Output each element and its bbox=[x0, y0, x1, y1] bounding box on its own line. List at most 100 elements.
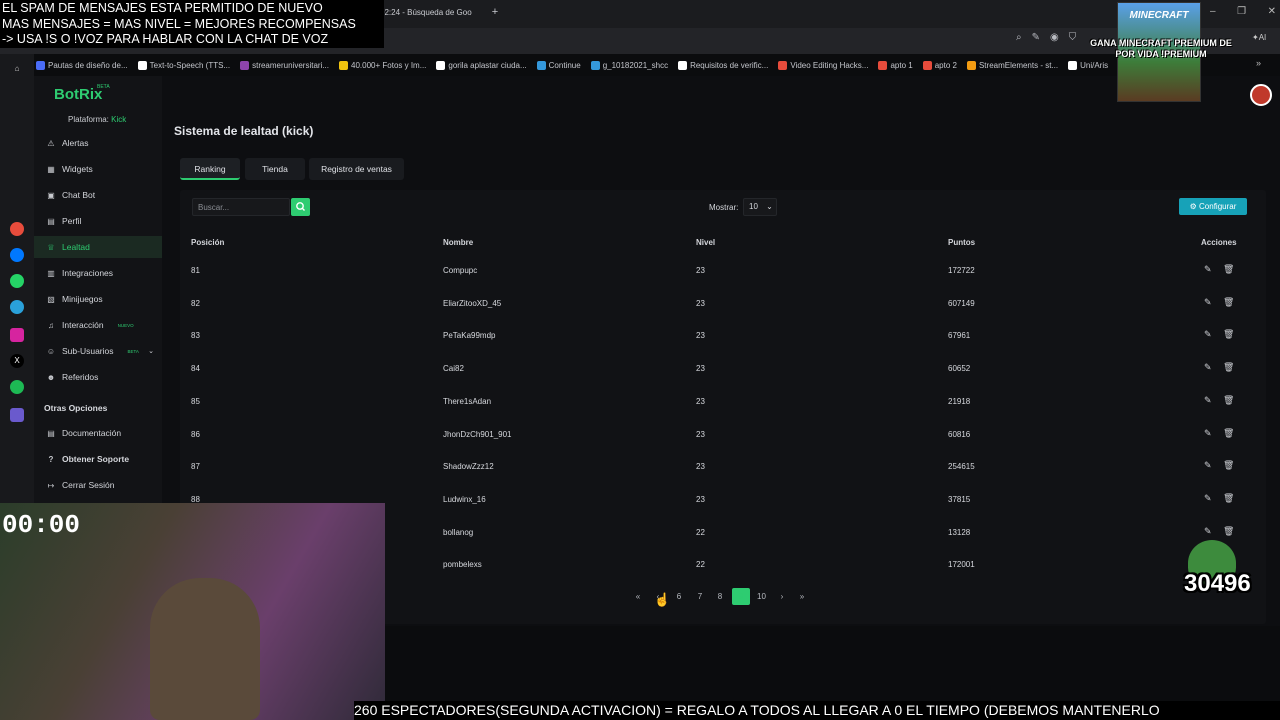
zoom-icon[interactable]: ⌕ bbox=[1016, 32, 1022, 50]
minecraft-logo: MINECRAFT bbox=[1129, 10, 1189, 21]
ai-button[interactable]: ✦AI bbox=[1252, 33, 1276, 49]
sidebar-item-interaccion[interactable]: ♫ Interacción NUEVO bbox=[34, 314, 162, 336]
pagination-last[interactable]: » bbox=[796, 588, 808, 605]
edit-icon[interactable]: ✎ bbox=[1032, 32, 1040, 50]
column-header-points[interactable]: Puntos bbox=[948, 238, 975, 247]
delete-icon[interactable]: 🗑 bbox=[1223, 526, 1234, 537]
bookmark-item[interactable]: apto 2 bbox=[922, 56, 957, 74]
bookmark-item[interactable]: streameruniversitari... bbox=[240, 56, 329, 74]
search-input[interactable] bbox=[192, 198, 290, 216]
chevron-down-icon: ⌄ bbox=[148, 348, 154, 355]
tab-tienda[interactable]: Tienda bbox=[245, 158, 305, 180]
pagination-page[interactable]: 10 bbox=[754, 588, 769, 605]
ai-label: AI bbox=[1258, 33, 1267, 42]
sidebar-item-cerrar-sesion[interactable]: ↦ Cerrar Sesión bbox=[34, 474, 162, 496]
instagram-icon[interactable] bbox=[10, 328, 24, 342]
pagination-current-page[interactable]: 9 bbox=[732, 588, 750, 605]
pagination-page[interactable]: 6 bbox=[673, 588, 685, 605]
browser-tab[interactable]: 02:24 - Búsqueda de Goo bbox=[380, 4, 486, 22]
bookmark-item[interactable]: 40.000+ Fotos y Im... bbox=[339, 56, 426, 74]
user-avatar[interactable] bbox=[1250, 84, 1272, 106]
home-icon[interactable]: ⌂ bbox=[10, 62, 24, 76]
delete-icon[interactable]: 🗑 bbox=[1223, 362, 1234, 373]
sidebar-item-alertas[interactable]: ⚠ Alertas bbox=[34, 132, 162, 154]
bookmarks-more-icon[interactable]: » bbox=[1256, 58, 1268, 68]
bookmark-item[interactable]: Text-to-Speech (TTS... bbox=[137, 56, 230, 74]
shield-icon[interactable]: ⛉ bbox=[1069, 32, 1077, 50]
x-icon[interactable]: X bbox=[10, 354, 24, 368]
delete-icon[interactable]: 🗑 bbox=[1223, 428, 1234, 439]
close-icon[interactable]: ✕ bbox=[1268, 6, 1276, 20]
bookmark-item[interactable]: g_10182021_shcc bbox=[590, 56, 668, 74]
tab-ranking[interactable]: Ranking bbox=[180, 158, 240, 180]
name-cell: JhonDzCh901_901 bbox=[443, 429, 512, 439]
pagination-page[interactable]: 7 bbox=[694, 588, 706, 605]
position-cell: 81 bbox=[191, 266, 200, 275]
botrix-logo[interactable]: BotRix bbox=[54, 86, 102, 103]
tab-registro-ventas[interactable]: Registro de ventas bbox=[309, 158, 404, 180]
minimize-icon[interactable]: – bbox=[1210, 6, 1216, 20]
sidebar-item-perfil[interactable]: ▤ Perfil bbox=[34, 210, 162, 232]
edit-icon[interactable]: ✎ bbox=[1204, 264, 1212, 275]
delete-icon[interactable]: 🗑 bbox=[1223, 460, 1234, 471]
pagination-next[interactable]: › bbox=[776, 588, 788, 605]
table-row: 81 Compupc 23 172722 ✎ 🗑 bbox=[182, 255, 1264, 287]
edit-icon[interactable]: ✎ bbox=[1204, 329, 1212, 340]
edit-icon[interactable]: ✎ bbox=[1204, 362, 1212, 373]
bookmark-label: 40.000+ Fotos y Im... bbox=[351, 60, 427, 70]
points-cell: 21918 bbox=[948, 396, 971, 406]
search-button[interactable] bbox=[291, 198, 310, 216]
bookmark-item[interactable]: StreamElements - st... bbox=[966, 56, 1059, 74]
sidebar-item-soporte[interactable]: ? Obtener Soporte bbox=[34, 448, 162, 470]
sidebar-item-widgets[interactable]: ▦ Widgets bbox=[34, 158, 162, 180]
name-cell: pombelexs bbox=[443, 560, 482, 570]
bookmark-item[interactable]: Video Editing Hacks... bbox=[778, 56, 868, 74]
bookmark-item[interactable]: Pautas de diseño de... bbox=[36, 56, 128, 74]
bookmark-label: StreamElements - st... bbox=[978, 60, 1059, 70]
sidebar-item-documentacion[interactable]: ▤ Documentación bbox=[34, 422, 162, 444]
edit-icon[interactable]: ✎ bbox=[1204, 395, 1212, 406]
sidebar-item-sub-usuarios[interactable]: ☺ Sub-Usuarios BETA ⌄ bbox=[34, 340, 162, 362]
bookmark-item[interactable]: apto 1 bbox=[878, 56, 913, 74]
referrals-icon: ☻ bbox=[46, 372, 56, 382]
edit-icon[interactable]: ✎ bbox=[1204, 460, 1212, 471]
edit-icon[interactable]: ✎ bbox=[1204, 297, 1212, 308]
column-header-level[interactable]: Nivel bbox=[696, 238, 715, 247]
edit-icon[interactable]: ✎ bbox=[1204, 493, 1212, 504]
camera-icon[interactable]: ◉ bbox=[1050, 32, 1059, 50]
position-cell: 87 bbox=[191, 462, 200, 472]
delete-icon[interactable]: 🗑 bbox=[1223, 395, 1234, 406]
bookmark-item[interactable]: gorila aplastar ciuda... bbox=[436, 56, 527, 74]
new-tab-icon[interactable]: + bbox=[489, 6, 501, 18]
messenger-icon[interactable] bbox=[10, 248, 24, 262]
edit-icon[interactable]: ✎ bbox=[1204, 428, 1212, 439]
telegram-icon[interactable] bbox=[10, 300, 24, 314]
delete-icon[interactable]: 🗑 bbox=[1223, 264, 1234, 275]
spotify-icon[interactable] bbox=[10, 380, 24, 394]
edit-icon[interactable]: ✎ bbox=[1204, 526, 1212, 537]
configure-button[interactable]: ⚙ Configurar bbox=[1179, 198, 1247, 215]
player-icon[interactable] bbox=[10, 408, 24, 422]
delete-icon[interactable]: 🗑 bbox=[1223, 493, 1234, 504]
column-header-actions: Acciones bbox=[1201, 238, 1237, 247]
pagination-first[interactable]: « bbox=[632, 588, 644, 605]
delete-icon[interactable]: 🗑 bbox=[1223, 297, 1234, 308]
bookmark-item[interactable]: Requisitos de verific... bbox=[678, 56, 768, 74]
sidebar-item-referidos[interactable]: ☻ Referidos bbox=[34, 366, 162, 388]
bookmark-item[interactable]: Continue bbox=[536, 56, 581, 74]
sidebar-item-lealtad[interactable]: ♕ Lealtad bbox=[34, 236, 162, 258]
delete-icon[interactable]: 🗑 bbox=[1223, 329, 1234, 340]
bookmark-label: gorila aplastar ciuda... bbox=[448, 60, 527, 70]
column-header-position[interactable]: Posición bbox=[191, 238, 224, 247]
sidebar-item-integraciones[interactable]: ▥ Integraciones bbox=[34, 262, 162, 284]
pagination-page[interactable]: 8 bbox=[714, 588, 726, 605]
whatsapp-icon[interactable] bbox=[10, 274, 24, 288]
restore-icon[interactable]: ❐ bbox=[1237, 6, 1246, 20]
column-header-name[interactable]: Nombre bbox=[443, 238, 473, 247]
sidebar-item-minijuegos[interactable]: ▧ Minijuegos bbox=[34, 288, 162, 310]
sidebar-item-chat-bot[interactable]: ▣ Chat Bot bbox=[34, 184, 162, 206]
page-size-select[interactable]: 10 ⌄ bbox=[743, 198, 777, 216]
users-icon: ☺ bbox=[46, 346, 56, 356]
gmail-icon[interactable] bbox=[10, 222, 24, 236]
sidebar-item-label: Referidos bbox=[62, 372, 99, 382]
